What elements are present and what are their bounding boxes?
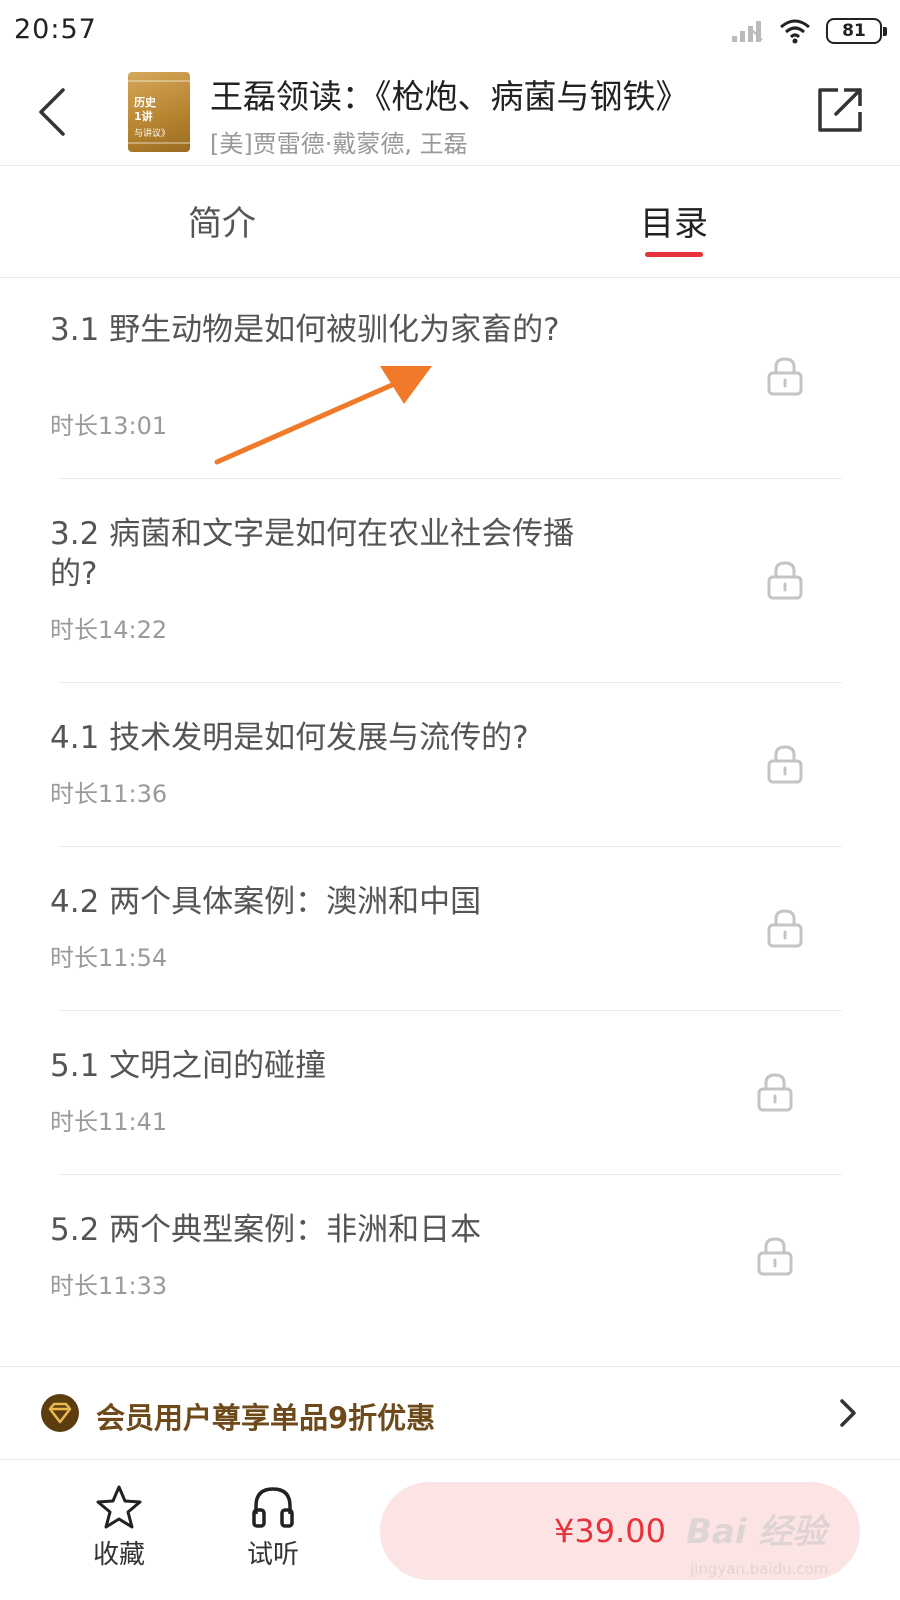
chapter-title: 5.1 文明之间的碰撞 (50, 1048, 327, 1084)
chapter-title: 4.2 两个具体案例：澳洲和中国 (50, 884, 482, 920)
book-title: 王磊领读：《枪炮、病菌与钢铁》 (210, 77, 689, 116)
watermark: Bai 经验 jingyan.baidu.com (686, 1500, 886, 1596)
chapter-item[interactable]: 4.1 技术发明是如何发展与流传的? 时长11:36 (0, 718, 900, 848)
favorite-label: 收藏 (92, 1540, 145, 1570)
chapter-duration: 时长14:22 (50, 616, 168, 644)
chapter-duration: 时长13:01 (50, 412, 168, 440)
favorite-button[interactable]: 收藏 (74, 1484, 164, 1584)
chapter-title: 3.2 病菌和文字是如何在农业社会传播的? (50, 516, 575, 592)
back-button[interactable] (28, 84, 76, 140)
status-bar: 20:57 81 (0, 0, 900, 60)
share-button[interactable] (814, 84, 866, 136)
share-icon (818, 88, 862, 132)
chapter-duration: 时长11:41 (50, 1108, 168, 1136)
chapter-item[interactable]: 3.2 病菌和文字是如何在农业社会传播的? 时长14:22 (0, 514, 900, 684)
cover-text-2: 1讲 (134, 110, 153, 123)
chapter-duration: 时长11:54 (50, 944, 168, 972)
chapter-title: 3.1 野生动物是如何被驯化为家畜的? (50, 312, 560, 348)
tab-intro[interactable]: 简介 (188, 196, 256, 245)
chapter-duration: 时长11:33 (50, 1272, 168, 1300)
chapter-title: 5.2 两个典型案例：非洲和日本 (50, 1212, 482, 1248)
chevron-left-icon (39, 88, 65, 136)
divider (58, 478, 842, 479)
watermark-logo: Bai 经验 (686, 1512, 827, 1552)
trial-listen-label: 试听 (246, 1540, 299, 1570)
star-icon (96, 1485, 142, 1529)
lock-icon (757, 1237, 793, 1276)
headphones-icon (252, 1487, 294, 1528)
wifi-icon (780, 19, 810, 44)
lock-icon (767, 357, 803, 396)
lock-icon (767, 909, 803, 948)
tab-bar: 简介 目录 (0, 166, 900, 278)
tab-active-indicator (645, 252, 703, 257)
book-cover[interactable]: 历史 1讲 与讲议》 (128, 72, 190, 152)
chapter-item[interactable]: 5.1 文明之间的碰撞 时长11:41 (0, 1046, 900, 1176)
status-time: 20:57 (14, 14, 97, 45)
lock-icon (757, 1073, 793, 1112)
chapter-item[interactable]: 3.1 野生动物是如何被驯化为家畜的? 时长13:01 (0, 310, 900, 480)
chapter-duration: 时长11:36 (50, 780, 168, 808)
header: 历史 1讲 与讲议》 王磊领读：《枪炮、病菌与钢铁》 [美]贾雷德·戴蒙德, 王… (0, 62, 900, 166)
chapter-title: 4.1 技术发明是如何发展与流传的? (50, 720, 529, 756)
divider (58, 1174, 842, 1175)
trial-listen-button[interactable]: 试听 (228, 1484, 318, 1584)
tab-toc[interactable]: 目录 (640, 196, 708, 245)
member-banner[interactable]: 会员用户尊享单品9折优惠 (0, 1366, 900, 1460)
vip-diamond-icon (41, 1394, 79, 1432)
cover-text-3: 与讲议》 (134, 129, 171, 139)
chevron-right-icon (840, 1399, 856, 1427)
lock-icon (767, 561, 803, 600)
divider (58, 846, 842, 847)
status-icons: 81 (730, 16, 887, 46)
member-banner-text: 会员用户尊享单品9折优惠 (96, 1401, 436, 1435)
lock-icon (767, 745, 803, 784)
chapter-item[interactable]: 4.2 两个具体案例：澳洲和中国 时长11:54 (0, 882, 900, 1012)
watermark-url: jingyan.baidu.com (690, 1560, 829, 1578)
divider (58, 682, 842, 683)
divider (58, 1010, 842, 1011)
book-author: [美]贾雷德·戴蒙德, 王磊 (210, 130, 468, 158)
signal-icon (732, 21, 763, 42)
chapter-item[interactable]: 5.2 两个典型案例：非洲和日本 时长11:33 (0, 1210, 900, 1340)
battery-icon: 81 (826, 18, 887, 44)
